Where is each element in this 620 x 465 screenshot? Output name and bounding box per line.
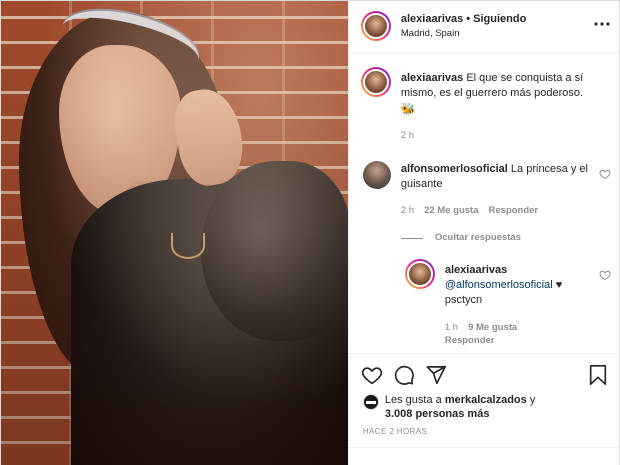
bookmark-icon[interactable] — [587, 364, 609, 386]
reply-heart-emoji: ♥ — [555, 279, 563, 291]
post-timestamp[interactable]: HACE 2 HORAS — [363, 427, 427, 436]
photo-lighting — [1, 1, 348, 465]
header-separator: • — [466, 13, 471, 25]
hide-replies-label: Ocultar respuestas — [434, 232, 521, 243]
likes-prefix: Les gusta a — [384, 394, 442, 406]
reply-like-heart-icon[interactable] — [599, 269, 611, 281]
comment-time[interactable]: 2 h — [401, 205, 414, 216]
author-username[interactable]: alexiaarivas — [401, 13, 463, 25]
comment-likes[interactable]: 22 Me gusta — [424, 205, 478, 216]
follow-status-button[interactable]: Siguiendo — [473, 13, 526, 25]
caption-meta: 2 h — [401, 130, 424, 141]
comment-icon[interactable] — [393, 364, 415, 386]
comment-bar — [348, 447, 620, 465]
reply-mention-link[interactable]: @alfonsomerlosoficial — [445, 279, 553, 291]
liker-avatar[interactable] — [362, 394, 379, 410]
header-title: alexiaarivas • Siguiendo — [401, 13, 526, 25]
comment-like-heart-icon[interactable] — [599, 168, 611, 180]
post-location[interactable]: Madrid, Spain — [401, 28, 460, 39]
action-bar — [348, 353, 620, 397]
post-header: alexiaarivas • Siguiendo Madrid, Spain — [348, 1, 620, 53]
comment-username[interactable]: alfonsomerlosoficial — [401, 163, 508, 175]
comment-item: alfonsomerlosoficial La princesa y el gu… — [401, 162, 591, 192]
heart-icon[interactable] — [361, 364, 383, 386]
caption-time[interactable]: 2 h — [401, 130, 414, 141]
bee-emoji-icon: 🐝 — [400, 102, 416, 116]
reply-likes[interactable]: 9 Me gusta — [468, 322, 517, 333]
reply-second-line: psctycn — [444, 294, 483, 306]
reply-username[interactable]: alexiaarivas — [445, 264, 507, 276]
caption-avatar[interactable] — [360, 67, 391, 97]
author-avatar[interactable] — [360, 11, 391, 41]
hide-replies-button[interactable]: Ocultar respuestas — [435, 232, 531, 243]
share-icon[interactable] — [425, 364, 447, 386]
likes-conj: y — [529, 394, 536, 406]
more-icon[interactable] — [593, 15, 611, 33]
post-side-panel: alexiaarivas • Siguiendo Madrid, Spain ale… — [347, 1, 620, 465]
reply-reply-button[interactable]: Responder — [445, 335, 495, 346]
caption-username[interactable]: alexiaarivas — [401, 72, 463, 84]
reply-meta: 1 h 9 Me gusta Responder — [445, 321, 527, 347]
reply-time[interactable]: 1 h — [445, 322, 458, 333]
likes-summary: Les gusta a merkalcalzados y 3.008 perso… — [385, 393, 535, 421]
commenter-avatar[interactable] — [362, 161, 391, 189]
reply-avatar[interactable] — [404, 259, 435, 289]
comment-reply-button[interactable]: Responder — [488, 205, 538, 216]
replies-divider — [400, 238, 423, 239]
caption: alexiaarivas El que se conquista a sí mi… — [401, 71, 611, 117]
instagram-post: alexiaarivas • Siguiendo Madrid, Spain ale… — [0, 0, 620, 465]
liker-username[interactable]: merkalcalzados — [445, 394, 527, 406]
comment-meta: 2 h 22 Me gusta Responder — [401, 205, 548, 216]
post-photo[interactable] — [1, 1, 348, 465]
reply-item: alexiaarivas @alfonsomerlosoficial ♥ psc… — [445, 263, 595, 308]
likes-count[interactable]: 3.008 personas más — [385, 408, 490, 420]
